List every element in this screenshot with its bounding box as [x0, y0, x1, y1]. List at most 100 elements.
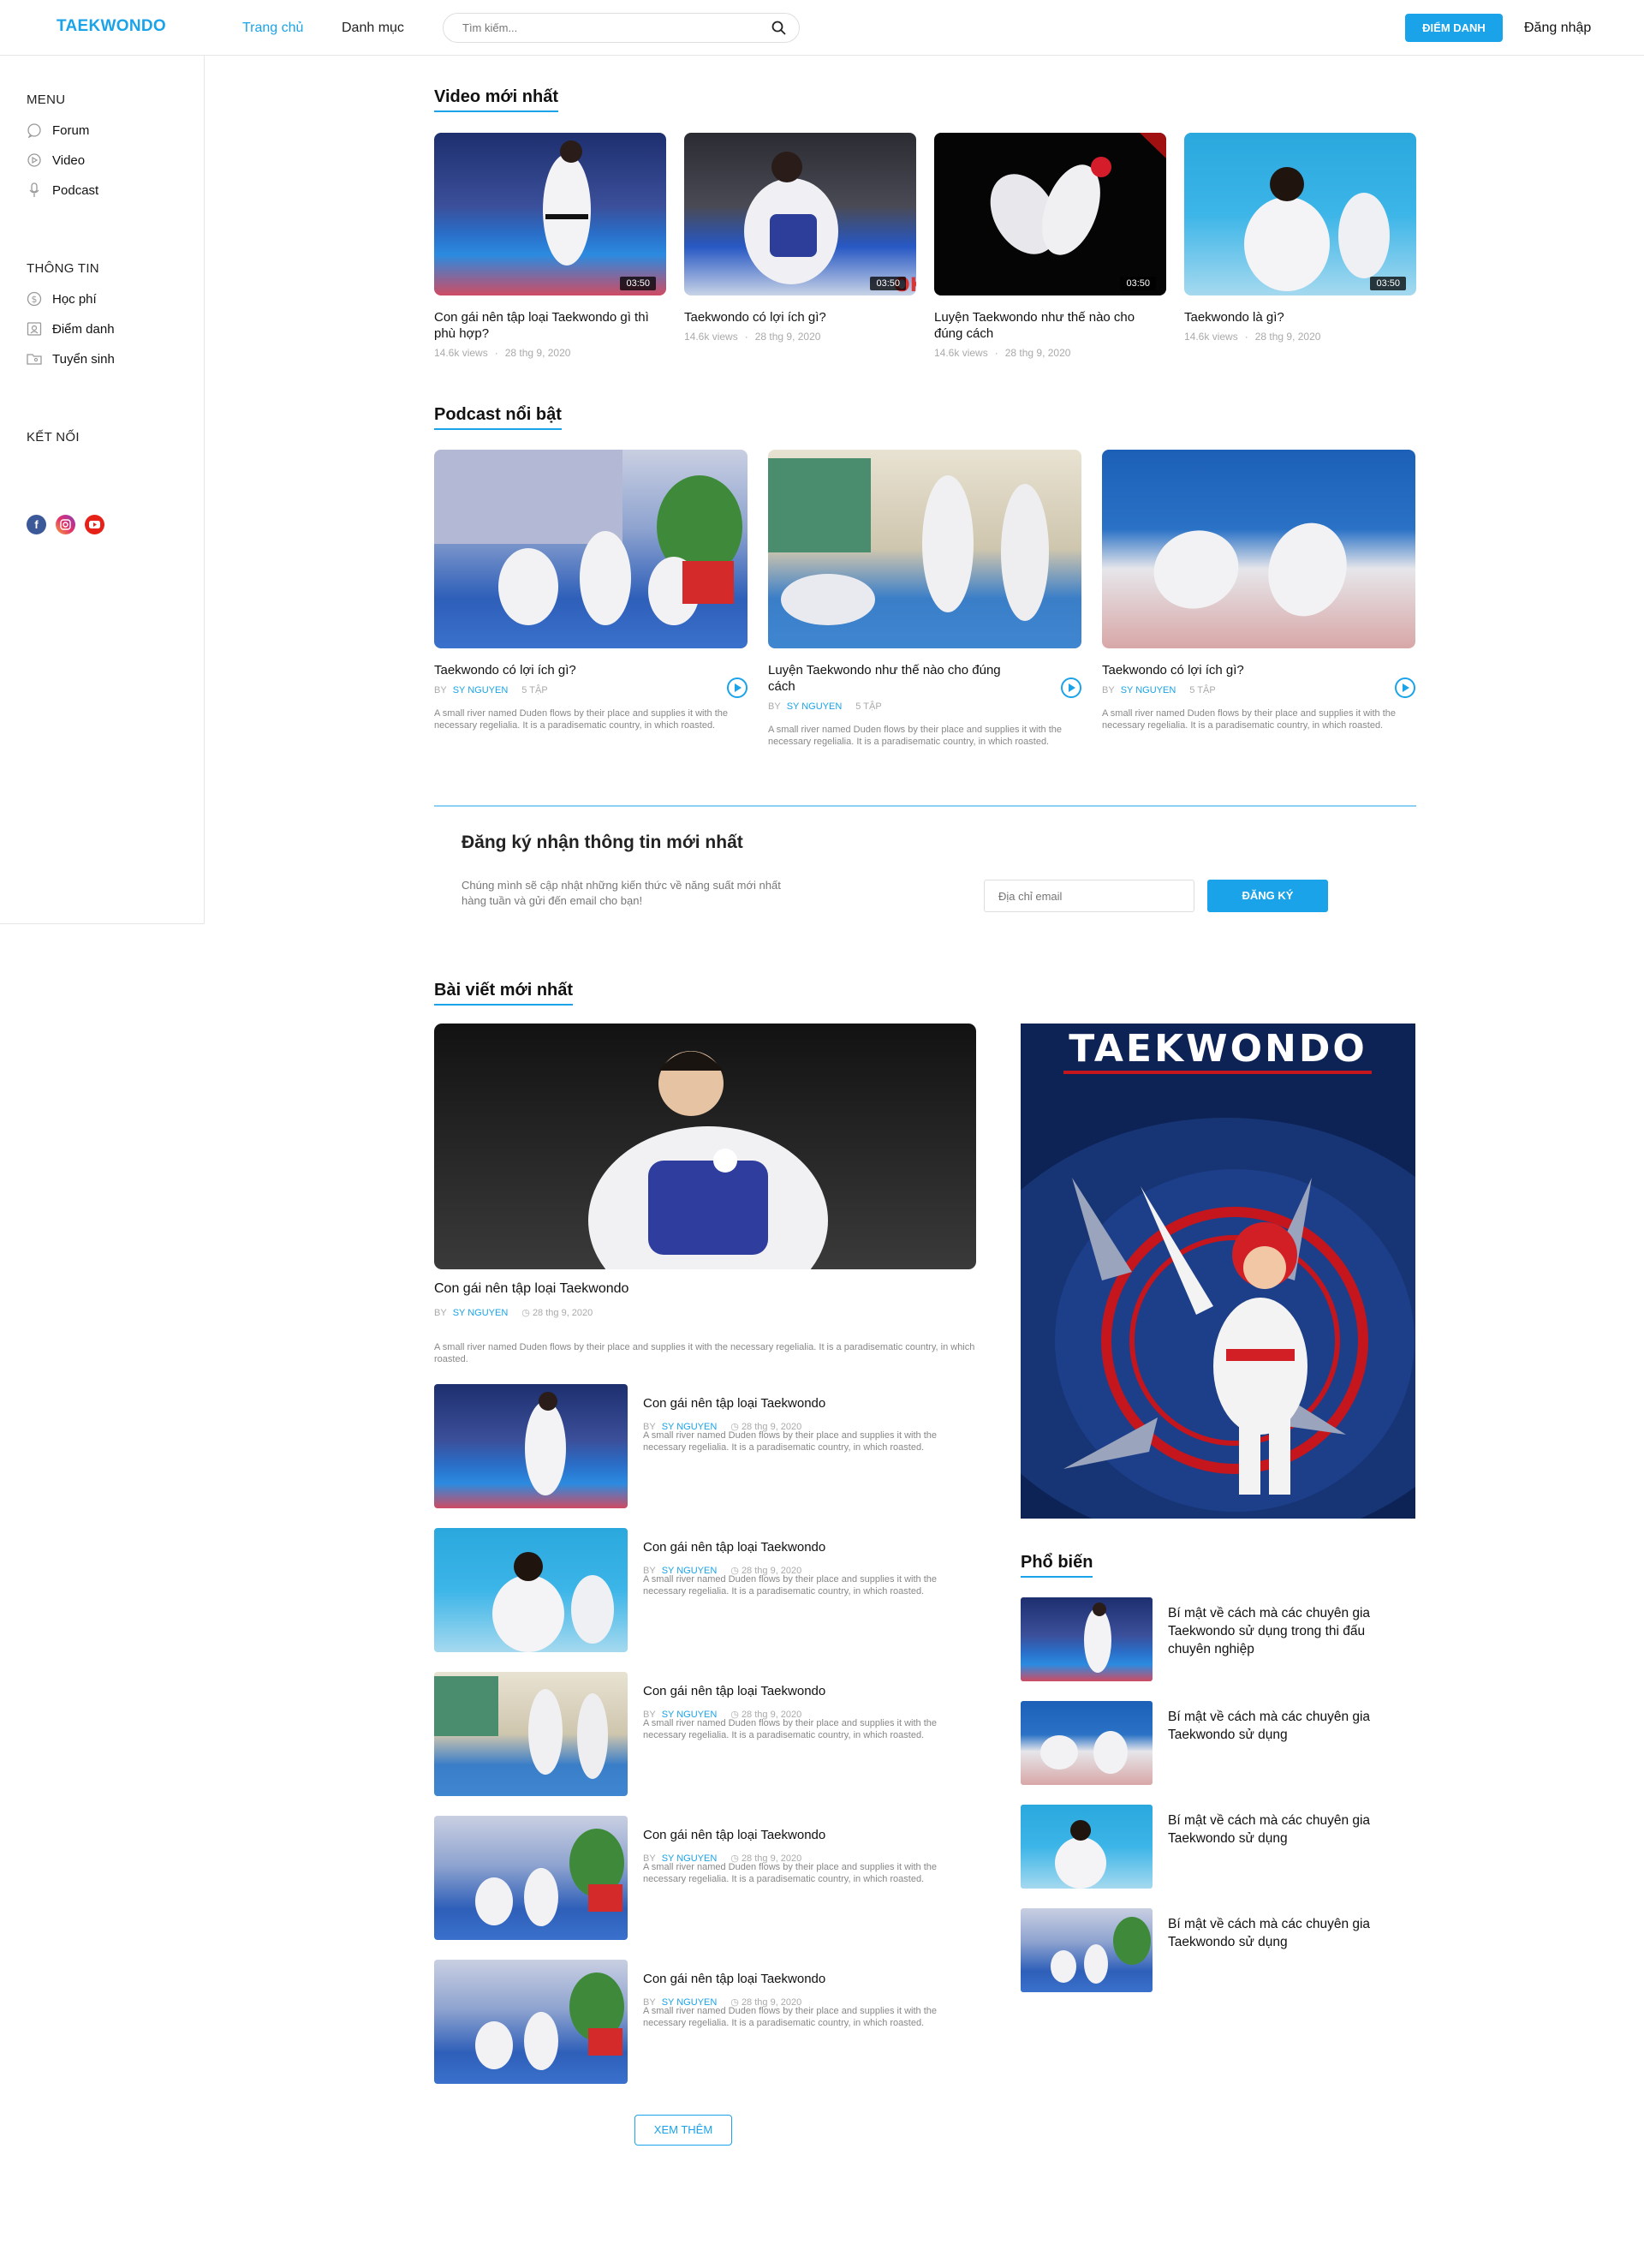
login-link[interactable]: Đăng nhập [1524, 21, 1591, 36]
video-thumbnail[interactable]: 03:50 [434, 133, 666, 295]
featured-article-meta: BY SY NGUYEN ◷ 28 thg 9, 2020 [434, 1308, 593, 1318]
sidebar-item-label: Podcast [52, 182, 99, 198]
site-logo[interactable]: TAEKWONDO [57, 17, 166, 36]
popular-item[interactable]: Bí mật về cách mà các chuyên gia Taekwon… [1021, 1908, 1415, 1992]
popular-title[interactable]: Bí mật về cách mà các chuyên gia Taekwon… [1168, 1915, 1399, 1951]
popular-thumbnail[interactable] [1021, 1908, 1153, 1992]
video-thumbnail[interactable]: 03:50 [934, 133, 1166, 295]
microphone-icon [29, 182, 39, 197]
article-row[interactable]: Con gái nên tập loại Taekwondo BY SY NGUY… [434, 1960, 971, 2084]
play-circle-icon [27, 153, 41, 167]
dollar-coin-icon: $ [27, 291, 42, 307]
article-thumbnail[interactable] [434, 1528, 628, 1652]
article-thumbnail[interactable] [434, 1672, 628, 1796]
video-thumbnail[interactable]: OKYO 202 03:50 [684, 133, 916, 295]
play-icon[interactable] [727, 677, 748, 698]
section-title-videos: Video mới nhất [434, 87, 558, 112]
sidebar-item-video[interactable]: Video [27, 152, 85, 169]
podcast-thumbnail[interactable] [768, 450, 1081, 648]
article-thumbnail[interactable] [434, 1816, 628, 1940]
video-card[interactable]: OKYO 202 03:50 Taekwondo có lợi ích gì? … [684, 133, 916, 343]
video-title[interactable]: Taekwondo có lợi ích gì? [684, 309, 916, 325]
menu-heading: MENU [27, 93, 66, 107]
popular-title[interactable]: Bí mật về cách mà các chuyên gia Taekwon… [1168, 1708, 1399, 1744]
popular-thumbnail[interactable] [1021, 1597, 1153, 1681]
podcast-title[interactable]: Luyện Taekwondo như thế nào cho đúng các… [768, 662, 1081, 695]
article-description: A small river named Duden flows by their… [643, 1574, 938, 1597]
video-duration: 03:50 [1120, 277, 1156, 290]
article-title[interactable]: Con gái nên tập loại Taekwondo [643, 1828, 825, 1842]
podcast-thumbnail[interactable] [434, 450, 748, 648]
podcast-meta: BY SY NGUYEN 5 TẬP [434, 685, 548, 695]
article-row[interactable]: Con gái nên tập loại Taekwondo BY SY NGUY… [434, 1384, 971, 1508]
svg-text:$: $ [32, 294, 38, 305]
podcast-card[interactable]: Taekwondo có lợi ích gì? BY SY NGUYEN 5 TẬ… [1102, 450, 1415, 731]
video-thumbnail[interactable]: 03:50 [1184, 133, 1416, 295]
article-thumbnail[interactable] [434, 1960, 628, 2084]
video-duration: 03:50 [870, 277, 906, 290]
article-description: A small river named Duden flows by their… [643, 2006, 938, 2028]
divider [434, 805, 1416, 807]
play-icon[interactable] [1061, 677, 1081, 698]
search-input[interactable] [462, 21, 745, 34]
video-title[interactable]: Taekwondo là gì? [1184, 309, 1416, 325]
podcast-meta: BY SY NGUYEN 5 TẬP [1102, 685, 1216, 695]
featured-article-title[interactable]: Con gái nên tập loại Taekwondo [434, 1281, 628, 1297]
checkin-button[interactable]: ĐIỂM DANH [1405, 14, 1503, 42]
search-icon[interactable] [771, 20, 788, 41]
sidebar-item-checkin[interactable]: Điểm danh [27, 320, 115, 337]
poster-title: TAEKWONDO [1069, 1027, 1367, 1071]
article-row[interactable]: Con gái nên tập loại Taekwondo BY SY NGUY… [434, 1672, 971, 1796]
popular-item[interactable]: Bí mật về cách mà các chuyên gia Taekwon… [1021, 1701, 1415, 1785]
facebook-icon[interactable]: f [27, 515, 46, 534]
video-duration: 03:50 [1370, 277, 1406, 290]
sidebar-item-tuition[interactable]: $ Học phí [27, 290, 97, 307]
clock-icon: ◷ [521, 1308, 533, 1318]
sidebar: MENU Forum Video Podcast THÔNG TIN $ Học… [0, 56, 205, 924]
popular-thumbnail[interactable] [1021, 1805, 1153, 1889]
article-title[interactable]: Con gái nên tập loại Taekwondo [643, 1972, 825, 1986]
video-title[interactable]: Luyện Taekwondo như thế nào cho đúng các… [934, 309, 1166, 342]
video-card[interactable]: 03:50 Taekwondo là gì? 14.6k views · 28 th… [1184, 133, 1416, 343]
email-field[interactable] [984, 880, 1194, 912]
instagram-icon[interactable] [56, 515, 75, 534]
sidebar-item-forum[interactable]: Forum [27, 122, 89, 139]
podcast-card[interactable]: Taekwondo có lợi ích gì? BY SY NGUYEN 5 TẬ… [434, 450, 748, 731]
video-title[interactable]: Con gái nên tập loại Taekwondo gì thì ph… [434, 309, 666, 342]
load-more-button[interactable]: XEM THÊM [634, 2115, 732, 2146]
article-description: A small river named Duden flows by their… [643, 1430, 938, 1453]
sidebar-item-label: Video [52, 152, 86, 168]
podcast-title[interactable]: Taekwondo có lợi ích gì? [1102, 662, 1415, 678]
podcast-title[interactable]: Taekwondo có lợi ích gì? [434, 662, 748, 678]
article-title[interactable]: Con gái nên tập loại Taekwondo [643, 1540, 825, 1555]
section-title-popular: Phổ biến [1021, 1553, 1093, 1578]
play-icon[interactable] [1395, 677, 1415, 698]
featured-article-description: A small river named Duden flows by their… [434, 1342, 975, 1364]
article-title[interactable]: Con gái nên tập loại Taekwondo [643, 1684, 825, 1698]
featured-article-image[interactable] [434, 1024, 976, 1269]
article-row[interactable]: Con gái nên tập loại Taekwondo BY SY NGUY… [434, 1528, 971, 1652]
podcast-thumbnail[interactable] [1102, 450, 1415, 648]
article-title[interactable]: Con gái nên tập loại Taekwondo [643, 1396, 825, 1411]
nav-categories[interactable]: Danh mục [342, 21, 404, 36]
video-duration: 03:50 [620, 277, 656, 290]
popular-item[interactable]: Bí mật về cách mà các chuyên gia Taekwon… [1021, 1805, 1415, 1889]
podcast-meta: BY SY NGUYEN 5 TẬP [768, 701, 882, 712]
video-card[interactable]: 03:50 Con gái nên tập loại Taekwondo gì … [434, 133, 666, 359]
taekwondo-poster[interactable]: TAEKWONDO [1021, 1024, 1415, 1519]
popular-title[interactable]: Bí mật về cách mà các chuyên gia Taekwon… [1168, 1604, 1399, 1658]
sidebar-item-podcast[interactable]: Podcast [27, 182, 98, 199]
youtube-icon[interactable] [85, 515, 104, 534]
sidebar-item-admission[interactable]: Tuyển sinh [27, 350, 115, 367]
search-box [443, 13, 800, 43]
video-card[interactable]: 03:50 Luyện Taekwondo như thế nào cho đú… [934, 133, 1166, 359]
subscribe-button[interactable]: ĐĂNG KÝ [1207, 880, 1328, 912]
article-description: A small river named Duden flows by their… [643, 1862, 938, 1884]
article-row[interactable]: Con gái nên tập loại Taekwondo BY SY NGUY… [434, 1816, 971, 1940]
podcast-card[interactable]: Luyện Taekwondo như thế nào cho đúng các… [768, 450, 1081, 748]
popular-item[interactable]: Bí mật về cách mà các chuyên gia Taekwon… [1021, 1597, 1415, 1681]
popular-title[interactable]: Bí mật về cách mà các chuyên gia Taekwon… [1168, 1811, 1399, 1847]
popular-thumbnail[interactable] [1021, 1701, 1153, 1785]
nav-home[interactable]: Trang chủ [242, 21, 303, 36]
article-thumbnail[interactable] [434, 1384, 628, 1508]
